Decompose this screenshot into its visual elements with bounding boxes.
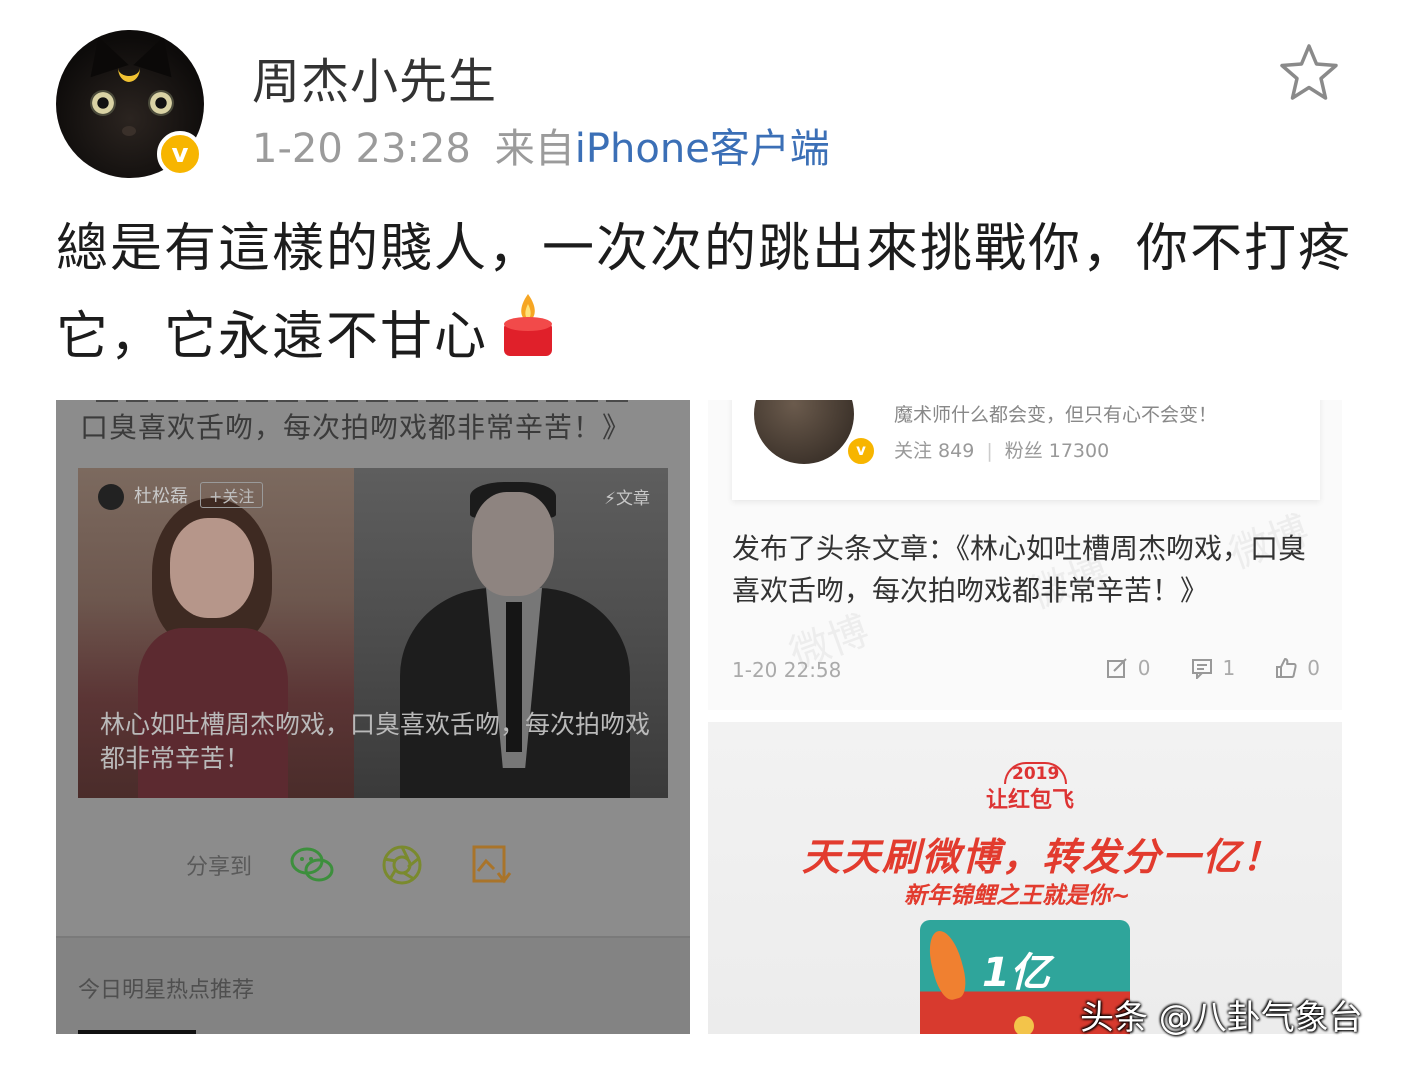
profile-bio: 魔术师什么都会变，但只有心不会变！: [894, 404, 1218, 426]
promo-subtitle: 新年锦鲤之王就是你~: [904, 883, 1131, 909]
repost-count: 0: [1137, 656, 1151, 680]
card-author: 杜松磊 +关注: [98, 482, 264, 510]
author-avatar: [98, 484, 124, 510]
article-card[interactable]: 杜松磊 +关注 ⚡文章 林心如吐槽周杰吻戏，口臭喜欢舌吻，每次拍吻戏都非常辛苦！: [78, 468, 668, 798]
card-caption: 林心如吐槽周杰吻戏，口臭喜欢舌吻，每次拍吻戏都非常辛苦！: [100, 710, 651, 773]
profile-avatar[interactable]: [754, 400, 854, 464]
moon-icon: [118, 54, 140, 82]
like-button[interactable]: 0: [1275, 656, 1320, 680]
post-meta: 1-20 23:28 来自iPhone客户端: [252, 116, 830, 174]
hot-recommend-label: 今日明星热点推荐: [78, 978, 255, 1003]
article-headline-tail: 口臭喜欢舌吻，每次拍吻戏都非常辛苦！》: [80, 411, 632, 444]
following-count[interactable]: 关注 849: [894, 440, 974, 462]
share-row: 分享到: [186, 840, 558, 890]
post-actions: 0 1 0: [1066, 656, 1320, 680]
follow-button[interactable]: +关注: [200, 482, 264, 508]
right-screenshot-panel: 微博 微博 微博 v 魔术师什么都会变，但只有心不会变！ 关注 849 | 粉丝 1…: [708, 400, 1342, 710]
comment-count: 1: [1222, 656, 1236, 680]
verified-badge-icon: v: [157, 131, 203, 177]
avatar-cat-nose: [122, 126, 136, 136]
star-icon[interactable]: [1278, 42, 1340, 104]
save-image-icon[interactable]: [468, 843, 516, 887]
author-name: 杜松磊: [134, 486, 188, 507]
profile-card[interactable]: v 魔术师什么都会变，但只有心不会变！ 关注 849 | 粉丝 17300: [732, 400, 1320, 500]
left-screenshot-panel: 口臭喜欢舌吻，每次拍吻戏都非常辛苦！》 杜松磊 +关注 ⚡文章 林心如吐槽周杰吻戏…: [56, 400, 690, 1034]
username[interactable]: 周杰小先生: [252, 42, 497, 112]
like-count: 0: [1307, 656, 1320, 680]
promo-banner[interactable]: 2019 让红包飞 天天刷微博，转发分一亿！ 新年锦鲤之王就是你~ 1亿: [708, 722, 1342, 1034]
post-text: 總是有這樣的賤人，一次次的跳出來挑戰你，你不打疼它，它永遠不甘心: [56, 219, 1353, 367]
cropped-text-remnant: [96, 400, 636, 402]
post-body: 總是有這樣的賤人，一次次的跳出來挑戰你，你不打疼它，它永遠不甘心: [56, 208, 1356, 378]
promo-badge-name: 让红包飞: [986, 788, 1075, 813]
hot-recommend-section[interactable]: 今日明星热点推荐: [56, 936, 690, 1034]
published-article-text[interactable]: 发布了头条文章：《林心如吐槽周杰吻戏，口臭喜欢舌吻，每次拍吻戏都非常辛苦！》: [732, 528, 1322, 612]
candle-emoji-icon: [504, 294, 553, 356]
post-source-link[interactable]: iPhone客户端: [575, 126, 830, 172]
comment-icon: [1191, 659, 1212, 679]
source-watermark: 头条 @八卦气象台: [1080, 998, 1363, 1038]
profile-stats: 关注 849 | 粉丝 17300: [894, 440, 1110, 462]
verified-badge-icon: v: [846, 436, 876, 466]
avatar-cat-eye: [90, 90, 116, 116]
repost-icon: [1106, 658, 1127, 678]
koi-fish-icon: [923, 927, 971, 1003]
article-type-label: ⚡文章: [604, 489, 650, 509]
source-prefix: 来自: [494, 126, 575, 172]
post-time: 1-20 23:28: [252, 126, 471, 172]
wechat-icon[interactable]: [288, 843, 336, 887]
hot-thumbnail: [78, 1030, 196, 1034]
thumbs-up-icon: [1276, 658, 1297, 678]
published-time: 1-20 22:58: [732, 658, 842, 682]
share-label: 分享到: [186, 855, 253, 880]
repost-button[interactable]: 0: [1106, 656, 1151, 680]
followers-count[interactable]: 粉丝 17300: [1005, 440, 1109, 462]
comment-button[interactable]: 1: [1191, 656, 1236, 680]
promo-title: 天天刷微博，转发分一亿！: [802, 835, 1283, 879]
avatar-cat-ear: [133, 30, 183, 78]
promo-badge-year: 2019: [1004, 762, 1068, 784]
coin-icon: [1014, 1016, 1034, 1034]
moments-icon[interactable]: [378, 843, 426, 887]
envelope-amount: 1亿: [982, 950, 1050, 996]
avatar-cat-eye: [148, 90, 174, 116]
